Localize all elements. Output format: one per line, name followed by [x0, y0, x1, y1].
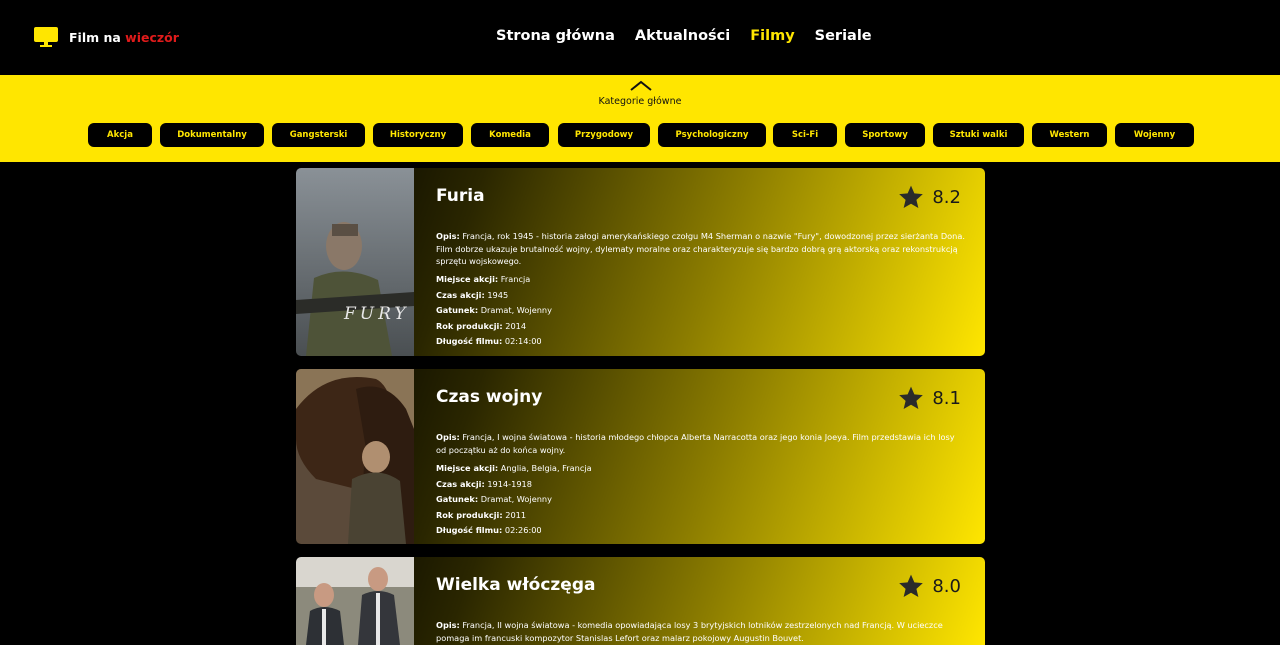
category-akcja[interactable]: Akcja	[88, 123, 152, 147]
detail-place: Miejsce akcji: Francja	[436, 274, 531, 284]
nav-movies[interactable]: Filmy	[750, 28, 794, 44]
nav-news[interactable]: Aktualności	[635, 28, 730, 44]
detail-year: Rok produkcji: 2011	[436, 509, 527, 520]
poster-image	[296, 557, 414, 645]
category-panel: Kategorie główne Akcja Dokumentalny Gang…	[0, 75, 1280, 162]
poster-image	[296, 369, 414, 544]
detail-time: Czas akcji: 1945	[436, 289, 509, 300]
category-sportowy[interactable]: Sportowy	[845, 123, 925, 147]
film-description: Opis: Francja, I wojna światowa - histor…	[436, 432, 955, 455]
detail-year: Rok produkcji: 2014	[436, 320, 527, 331]
category-przygodowy[interactable]: Przygodowy	[558, 123, 650, 147]
category-komedia[interactable]: Komedia	[471, 123, 549, 147]
category-wojenny[interactable]: Wojenny	[1115, 123, 1194, 147]
detail-length: Długość filmu: 02:14:00	[436, 336, 542, 346]
star-icon	[899, 574, 924, 598]
film-rating: 8.2	[898, 184, 961, 210]
film-details: Miejsce akcji: Anglia, Belgia, Francja C…	[436, 461, 592, 539]
tv-icon	[34, 27, 58, 47]
film-poster[interactable]	[296, 369, 414, 544]
rating-value: 8.1	[932, 387, 961, 409]
chevron-up-icon[interactable]	[630, 80, 652, 92]
logo-text: Film na wieczór	[69, 29, 179, 45]
detail-genre: Gatunek: Dramat, Wojenny	[436, 494, 552, 504]
categories-title: Kategorie główne	[598, 96, 682, 107]
star-icon	[899, 185, 924, 209]
detail-length: Długość filmu: 02:26:00	[436, 525, 542, 535]
detail-time: Czas akcji: 1914-1918	[436, 478, 532, 489]
top-navbar: Film na wieczór Strona główna Aktualnośc…	[0, 0, 1280, 75]
film-poster[interactable]	[296, 557, 414, 645]
category-sci-fi[interactable]: Sci-Fi	[773, 123, 837, 147]
svg-text:FURY: FURY	[343, 304, 410, 324]
nav-series[interactable]: Seriale	[815, 28, 872, 44]
category-gangsterski[interactable]: Gangsterski	[272, 123, 365, 147]
nav-home[interactable]: Strona główna	[496, 28, 615, 44]
film-card[interactable]: Wielka włóczęga 8.0 Opis: Francja, II wo…	[296, 557, 985, 645]
detail-place: Miejsce akcji: Anglia, Belgia, Francja	[436, 463, 592, 473]
rating-value: 8.0	[932, 575, 961, 597]
film-poster[interactable]: FURY	[296, 168, 414, 356]
film-title[interactable]: Wielka włóczęga	[436, 575, 595, 595]
category-psychologiczny[interactable]: Psychologiczny	[658, 123, 766, 147]
main-nav: Strona główna Aktualności Filmy Seriale	[496, 28, 892, 44]
category-dokumentalny[interactable]: Dokumentalny	[160, 123, 264, 147]
site-logo[interactable]: Film na wieczór	[34, 27, 179, 47]
rating-value: 8.2	[932, 186, 961, 208]
poster-image: FURY	[296, 168, 414, 356]
film-details: Miejsce akcji: Francja Czas akcji: 1945 …	[436, 272, 552, 350]
category-western[interactable]: Western	[1032, 123, 1107, 147]
detail-genre: Gatunek: Dramat, Wojenny	[436, 305, 552, 315]
category-sztuki-walki[interactable]: Sztuki walki	[933, 123, 1024, 147]
category-historyczny[interactable]: Historyczny	[373, 123, 463, 147]
film-card[interactable]: FURY Furia 8.2 Opis: Francja, rok 1945 -…	[296, 168, 985, 356]
film-description: Opis: Francja, rok 1945 - historia załog…	[436, 231, 965, 266]
film-card[interactable]: Czas wojny 8.1 Opis: Francja, I wojna św…	[296, 369, 985, 544]
film-rating: 8.0	[898, 573, 961, 599]
film-title[interactable]: Czas wojny	[436, 387, 542, 407]
film-description: Opis: Francja, II wojna światowa - komed…	[436, 620, 943, 643]
film-rating: 8.1	[898, 385, 961, 411]
star-icon	[899, 386, 924, 410]
film-title[interactable]: Furia	[436, 186, 485, 206]
